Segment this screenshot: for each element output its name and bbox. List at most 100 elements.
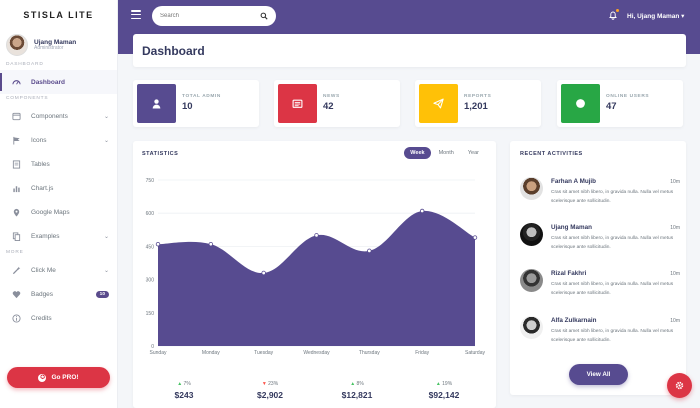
- y-tick-label: 600: [146, 211, 155, 217]
- summary-value: $92,142: [428, 390, 460, 400]
- arrow-down-icon: ▼: [261, 381, 267, 387]
- summary-value: $12,821: [341, 390, 373, 400]
- sidebar-item-label: Tables: [31, 160, 50, 168]
- sidebar-item-label: Credits: [31, 314, 52, 322]
- window-icon: [12, 112, 21, 121]
- search-input[interactable]: [160, 13, 260, 19]
- sidebar-item-chartjs[interactable]: Chart.js: [0, 176, 117, 200]
- x-tick-label: Sunday: [150, 350, 167, 356]
- notification-dot: [616, 9, 619, 12]
- sidebar-item-label: Components: [31, 112, 68, 120]
- sidebar-item-label: Dashboard: [31, 78, 65, 86]
- x-tick-label: Saturday: [465, 350, 486, 356]
- activity-time: 10m: [670, 318, 680, 324]
- sidebar-item-label: Badges: [31, 290, 54, 298]
- recent-activities-title: RECENT ACTIVITIES: [520, 151, 583, 157]
- menu-header-more: MORE: [6, 250, 24, 255]
- avatar: [520, 223, 543, 246]
- summary-item: ▲ 8% $12,821: [327, 381, 387, 400]
- sidebar-item-examples[interactable]: Examples ⌄: [0, 224, 117, 248]
- user-icon: [137, 84, 176, 123]
- summary-item: ▲ 7% $243: [154, 381, 214, 400]
- data-point[interactable]: [261, 270, 266, 276]
- activity-time: 10m: [670, 271, 680, 277]
- sidebar-item-icons[interactable]: Icons ⌄: [0, 128, 117, 152]
- stat-card-reports: REPORTS 1,201: [415, 80, 541, 127]
- dashboard-gauge-icon: [12, 78, 21, 87]
- x-tick-label: Monday: [202, 350, 220, 356]
- activity-item: Alfa Zulkarnain 10m Cras sit amet nibh l…: [520, 316, 680, 352]
- badge-count: 10: [95, 290, 109, 298]
- sidebar-item-label: Chart.js: [31, 184, 54, 192]
- copy-icon: [12, 231, 21, 241]
- circle-icon: [561, 84, 600, 123]
- activity-text: Cras sit amet nibh libero, in gravida nu…: [551, 329, 674, 343]
- summary-change: 19%: [442, 381, 453, 387]
- stat-label: REPORTS: [464, 94, 492, 100]
- y-tick-label: 150: [146, 311, 155, 317]
- data-point[interactable]: [472, 235, 478, 240]
- x-tick-label: Wednesday: [303, 350, 330, 356]
- stat-card-news: NEWS 42: [274, 80, 400, 127]
- stat-card-online-users: ONLINE USERS 47: [557, 80, 683, 127]
- stat-label: NEWS: [323, 94, 340, 100]
- activity-item: Ujang Maman 10m Cras sit amet nibh liber…: [520, 223, 680, 259]
- summary-value: $243: [174, 390, 194, 400]
- sidebar-item-google-maps[interactable]: Google Maps: [0, 200, 117, 224]
- x-tick-label: Friday: [415, 350, 429, 356]
- top-user-menu[interactable]: Hi, Ujang Maman ▾: [627, 12, 684, 20]
- data-point[interactable]: [155, 241, 161, 247]
- sidebar-item-label: Google Maps: [31, 208, 70, 216]
- menu-toggle-icon[interactable]: [131, 10, 141, 20]
- sidebar-item-badges[interactable]: Badges 10: [0, 282, 117, 306]
- sidebar-item-tables[interactable]: Tables: [0, 152, 117, 176]
- table-icon: [12, 159, 21, 169]
- activity-name: Farhan A Mujib: [551, 178, 597, 185]
- sidebar-item-click-me[interactable]: Click Me ⌄: [0, 258, 117, 282]
- data-point[interactable]: [314, 233, 319, 238]
- stat-value: 42: [323, 101, 334, 113]
- statistics-chart: 0150300450600750Sunday Monday Tuesday Wedne…: [146, 178, 486, 356]
- data-point[interactable]: [208, 241, 214, 247]
- activity-text: Cras sit amet nibh libero, in gravida nu…: [551, 282, 674, 296]
- menu-header-components: COMPONENTS: [6, 96, 49, 101]
- search-icon[interactable]: [260, 12, 268, 20]
- settings-fab[interactable]: [667, 373, 692, 398]
- view-all-button[interactable]: View All: [569, 364, 628, 385]
- activity-name: Alfa Zulkarnain: [551, 317, 597, 324]
- sidebar-item-components[interactable]: Components ⌄: [0, 104, 117, 128]
- chevron-down-icon: ⌄: [103, 113, 109, 120]
- avatar: [6, 34, 28, 56]
- summary-item: ▲ 19% $92,142: [414, 381, 474, 400]
- sidebar-item-dashboard[interactable]: Dashboard: [0, 70, 117, 94]
- stat-label: ONLINE USERS: [606, 94, 650, 100]
- summary-change: 7%: [183, 381, 191, 387]
- area-series: [158, 210, 475, 346]
- statistics-card: STATISTICS Week Month Year 0 150 300 450 600…: [133, 141, 496, 408]
- sidebar-item-label: Icons: [31, 136, 47, 144]
- newspaper-icon: [278, 84, 317, 123]
- data-point[interactable]: [367, 248, 372, 254]
- data-point[interactable]: [419, 208, 425, 214]
- activity-time: 10m: [670, 179, 680, 185]
- summary-value: $2,902: [257, 390, 283, 400]
- activity-name: Rizal Fakhri: [551, 270, 587, 277]
- chevron-down-icon: ⌄: [103, 137, 109, 144]
- summary-change: 23%: [268, 381, 279, 387]
- go-pro-button[interactable]: ✪ Go PRO!: [7, 367, 110, 388]
- activity-item: Farhan A Mujib 10m Cras sit amet nibh li…: [520, 177, 680, 213]
- stat-value: 1,201: [464, 101, 488, 113]
- brand-logo[interactable]: STISLA LITE: [0, 0, 117, 30]
- activity-text: Cras sit amet nibh libero, in gravida nu…: [551, 190, 674, 204]
- rocket-icon: ✪: [38, 373, 47, 382]
- search-box: [152, 6, 276, 26]
- avatar: [520, 269, 543, 292]
- summary-change: 8%: [356, 381, 364, 387]
- menu-header-dashboard: DASHBOARD: [6, 62, 44, 67]
- paper-plane-icon: [419, 84, 458, 123]
- arrow-up-icon: ▲: [177, 381, 183, 387]
- map-pin-icon: [12, 208, 21, 217]
- sidebar: STISLA LITE Ujang Maman Administrator DA…: [0, 0, 118, 408]
- sidebar-item-credits[interactable]: Credits: [0, 306, 117, 330]
- magic-icon: [12, 266, 21, 275]
